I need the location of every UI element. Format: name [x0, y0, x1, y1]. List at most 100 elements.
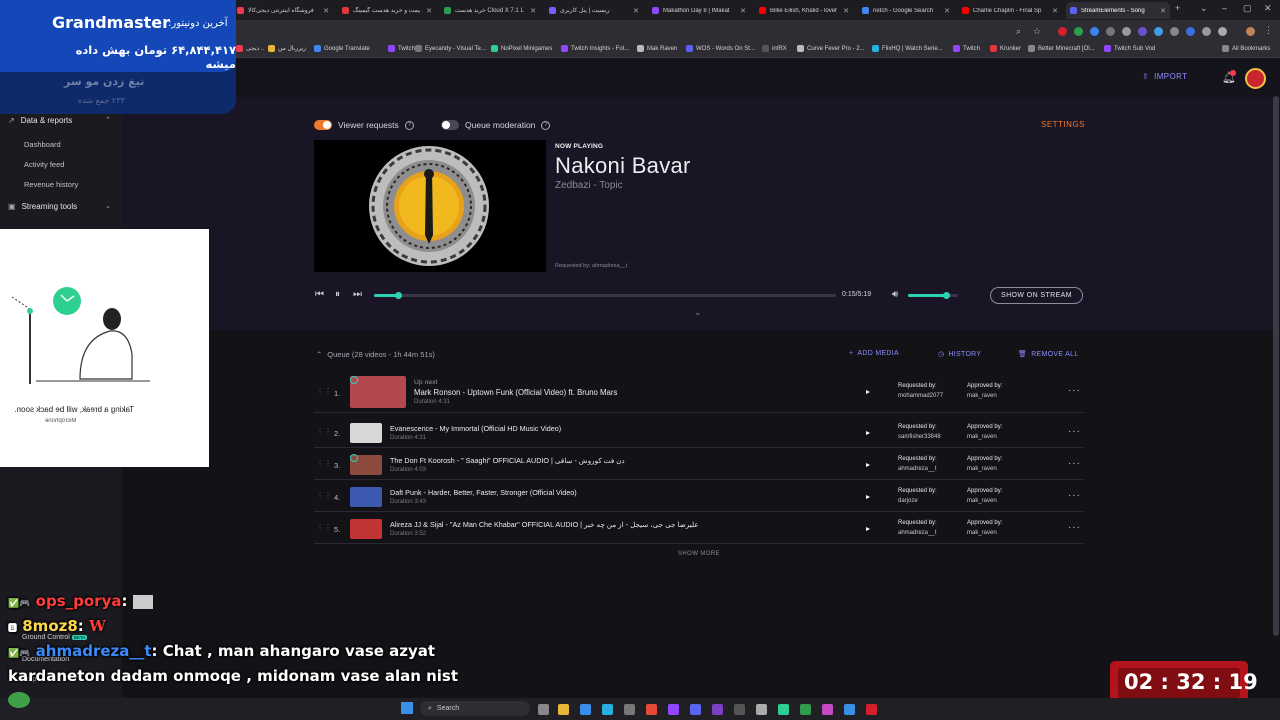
user-avatar[interactable]	[1245, 68, 1266, 89]
chevron-up-icon[interactable]: ⌃	[105, 116, 111, 124]
settings-link[interactable]: SETTINGS	[1041, 120, 1085, 129]
extension-icon[interactable]	[1154, 27, 1163, 36]
bookmark-item[interactable]: Better Minecraft [Ol...	[1028, 45, 1095, 52]
tab-close-icon[interactable]: ✕	[843, 7, 849, 15]
bookmark-item[interactable]: WOS - Words On St...	[686, 45, 755, 52]
tab-close-icon[interactable]: ✕	[1160, 7, 1166, 15]
import-button[interactable]: ⇪ IMPORT	[1142, 72, 1187, 81]
queue-row[interactable]: ⋮⋮ 3. The Don Ft Koorosh - " Saaghi" OFF…	[314, 450, 1084, 480]
video-title[interactable]: Evanescence - My Immortal (Official HD M…	[390, 424, 561, 433]
extension-icon[interactable]	[1186, 27, 1195, 36]
bookmark-item[interactable]: Eyecandy - Visual Te...	[415, 45, 486, 52]
bookmark-item[interactable]: Twitch Sub Vod	[1104, 45, 1155, 52]
drag-handle-icon[interactable]: ⋮⋮	[316, 387, 332, 396]
queue-header[interactable]: ⌃ Queue (28 videos - 1h 44m 51s)	[316, 350, 435, 359]
help-icon[interactable]: ?	[541, 120, 551, 130]
progress-bar[interactable]	[374, 294, 836, 297]
bookmark-item[interactable]: Twitch Insights - Fol...	[561, 45, 629, 52]
volume-handle[interactable]	[942, 292, 950, 299]
chrome-icon[interactable]	[646, 704, 657, 715]
next-icon[interactable]: ⏭︎	[353, 289, 362, 300]
extension-icon[interactable]	[1218, 27, 1227, 36]
bookmark-item[interactable]: Curve Fever Pro - 2...	[797, 45, 865, 52]
previous-icon[interactable]: ⏮︎	[315, 289, 324, 300]
pause-icon[interactable]: ⏸︎	[335, 289, 340, 300]
viewer-requests-toggle-row[interactable]: Viewer requests ?	[314, 120, 414, 130]
more-options-icon[interactable]: ···	[1068, 426, 1081, 437]
page-scrollbar[interactable]	[1273, 96, 1279, 636]
browser-menu-icon[interactable]: ⋮	[1264, 25, 1273, 36]
windows-start-icon[interactable]	[401, 702, 413, 714]
bookmark-item[interactable]: Twitch	[953, 45, 980, 52]
volume-slider[interactable]	[908, 294, 958, 297]
sidebar-item-dashboard[interactable]: Dashboard	[24, 140, 61, 149]
show-more-link[interactable]: SHOW MORE	[678, 551, 720, 557]
tab-search-icon[interactable]: ⌄	[1200, 3, 1208, 14]
zoom-icon[interactable]: ⌕	[1016, 26, 1021, 37]
history-button[interactable]: ◷ HISTORY	[938, 350, 981, 359]
browser-tab[interactable]: Makathon Day 8 | IMakat ✕	[648, 2, 750, 19]
extension-icon[interactable]	[1090, 27, 1099, 36]
sidebar-item-revenue-history[interactable]: Revenue history	[24, 180, 78, 189]
more-options-icon[interactable]: ···	[1068, 458, 1081, 469]
maximize-button[interactable]: ▢	[1243, 3, 1252, 14]
queue-row[interactable]: ⋮⋮ 5. Alireza JJ & Sijal - "Az Man Che K…	[314, 514, 1084, 544]
tab-close-icon[interactable]: ✕	[944, 7, 950, 15]
app-icon[interactable]	[712, 704, 723, 715]
app-icon[interactable]	[866, 704, 877, 715]
minimize-button[interactable]: –	[1222, 3, 1227, 13]
video-title[interactable]: Alireza JJ & Sijal - "Az Man Che Khabar"…	[390, 520, 699, 529]
star-icon[interactable]: ☆	[1033, 26, 1041, 37]
bookmark-item[interactable]: Krunker	[990, 45, 1021, 52]
tab-close-icon[interactable]: ✕	[740, 7, 746, 15]
taskbar-search[interactable]: ⌕ Search	[420, 701, 530, 716]
extension-icon[interactable]	[1122, 27, 1131, 36]
viewer-requests-toggle[interactable]	[314, 120, 332, 130]
drag-handle-icon[interactable]: ⋮⋮	[316, 427, 332, 436]
close-window-button[interactable]: ✕	[1264, 3, 1272, 14]
queue-row[interactable]: ⋮⋮ 4. Daft Punk - Harder, Better, Faster…	[314, 482, 1084, 512]
chevron-down-icon[interactable]: ⌄	[105, 202, 111, 210]
bookmark-item[interactable]: زیرریال من	[268, 45, 306, 52]
explorer-icon[interactable]	[558, 704, 569, 715]
edge-icon[interactable]	[602, 704, 613, 715]
browser-tab[interactable]: Billie Eilish, Khalid - lovely ✕	[755, 2, 853, 19]
extension-icon[interactable]	[1074, 27, 1083, 36]
volume-icon[interactable]: 🔊︎	[892, 289, 898, 300]
settings-app-icon[interactable]	[624, 704, 635, 715]
browser-tab[interactable]: netch - Google Search ✕	[858, 2, 954, 19]
twitch-icon[interactable]	[668, 704, 679, 715]
new-tab-button[interactable]: +	[1175, 3, 1180, 13]
bookmark-item[interactable]: FlixHQ | Watch Serie...	[872, 45, 943, 52]
more-options-icon[interactable]: ···	[1068, 385, 1081, 396]
bookmark-item[interactable]: intRX	[762, 45, 787, 52]
video-title[interactable]: Mark Ronson - Uptown Funk (Official Vide…	[414, 388, 617, 397]
more-options-icon[interactable]: ···	[1068, 522, 1081, 533]
remove-all-button[interactable]: 🗑︎ REMOVE ALL	[1018, 350, 1079, 359]
show-on-stream-button[interactable]: SHOW ON STREAM	[990, 287, 1083, 304]
sidebar-item-ground-control[interactable]: Ground Control BETA	[22, 634, 88, 641]
app-icon[interactable]	[756, 704, 767, 715]
help-icon[interactable]: ?	[404, 120, 414, 130]
browser-tab[interactable]: فروشگاه اینترنتی دیجی‌کالا ✕	[233, 2, 333, 19]
obs-icon[interactable]	[734, 704, 745, 715]
all-bookmarks[interactable]: All Bookmarks	[1222, 45, 1270, 52]
sidebar-item-activity-feed[interactable]: Activity feed	[24, 160, 64, 169]
extension-icon[interactable]	[1170, 27, 1179, 36]
bookmark-item[interactable]: Twitch	[388, 45, 415, 52]
bookmark-item[interactable]: Mak Raven	[637, 45, 677, 52]
app-icon[interactable]	[844, 704, 855, 715]
browser-tab[interactable]: Charlie Chaplin - Final Sp ✕	[958, 2, 1062, 19]
tab-close-icon[interactable]: ✕	[633, 7, 639, 15]
bookmark-item[interactable]: دیجی ..	[236, 45, 264, 52]
add-media-button[interactable]: + ADD MEDIA	[849, 350, 899, 357]
queue-moderation-toggle[interactable]	[441, 120, 459, 130]
more-options-icon[interactable]: ···	[1068, 490, 1081, 501]
app-icon[interactable]	[778, 704, 789, 715]
discord-icon[interactable]	[690, 704, 701, 715]
sidebar-section-streaming-tools[interactable]: ▣ Streaming tools	[8, 202, 77, 211]
queue-row[interactable]: ⋮⋮ 2. Evanescence - My Immortal (Officia…	[314, 418, 1084, 448]
tab-close-icon[interactable]: ✕	[426, 7, 432, 15]
profile-avatar[interactable]	[1246, 27, 1255, 36]
collapse-chevron-icon[interactable]: ⌄	[694, 307, 702, 318]
